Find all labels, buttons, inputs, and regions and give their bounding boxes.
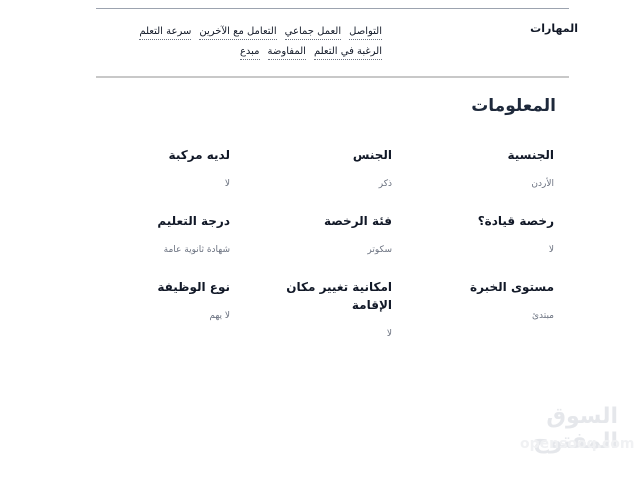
field-value: ذكر [378, 179, 392, 189]
skill-tag[interactable]: المفاوضة [267, 44, 306, 60]
field-value: لا [548, 245, 554, 255]
field-value: مبتدئ [531, 311, 554, 321]
opensooq-watermark: السوق المفتوح opensooq.com [468, 404, 635, 464]
field-label: رخصة قيادة؟ [477, 214, 554, 228]
info-field-job-type: نوع الوظيفة لا يهم [80, 278, 230, 322]
info-field-license-category: فئة الرخصة سكوتر [242, 212, 392, 256]
info-field-relocation: امكانية تغيير مكان الإقامة لا [242, 278, 392, 340]
skills-label: المهارات [530, 22, 578, 35]
field-value: سكوتر [367, 245, 392, 255]
field-label: مستوى الخبرة [470, 280, 554, 294]
skill-tag[interactable]: العمل جماعي [284, 24, 342, 40]
top-divider [96, 8, 569, 9]
skill-tag[interactable]: مبدع [239, 44, 260, 60]
field-label: الجنس [352, 148, 392, 162]
info-field-experience-level: مستوى الخبرة مبتدئ [404, 278, 554, 322]
section-divider [96, 76, 569, 78]
skill-tag[interactable]: التعامل مع الآخرين [199, 24, 277, 40]
skill-tag[interactable]: سرعة التعلم [139, 24, 192, 40]
field-label: فئة الرخصة [323, 214, 392, 228]
field-label: درجة التعليم [157, 214, 230, 228]
info-section-title: المعلومات [471, 96, 556, 116]
info-field-has-vehicle: لديه مركبة لا [80, 146, 230, 190]
field-value: الأردن [531, 179, 554, 189]
info-field-gender: الجنس ذكر [242, 146, 392, 190]
field-label: الجنسية [507, 148, 554, 162]
field-value: شهادة ثانوية عامة [163, 245, 230, 255]
skills-list: التواصل العمل جماعي التعامل مع الآخرين س… [106, 24, 382, 60]
field-value: لا يهم [209, 311, 230, 321]
watermark-english: opensooq.com [520, 436, 635, 452]
info-field-nationality: الجنسية الأردن [404, 146, 554, 190]
info-field-driving-license: رخصة قيادة؟ لا [404, 212, 554, 256]
info-field-education-level: درجة التعليم شهادة ثانوية عامة [80, 212, 230, 256]
skill-tag[interactable]: التواصل [349, 24, 382, 40]
field-label: امكانية تغيير مكان الإقامة [286, 280, 392, 312]
skill-tag[interactable]: الرغبة في التعلم [313, 44, 382, 60]
field-value: لا [386, 329, 392, 339]
field-value: لا [224, 179, 230, 189]
field-label: لديه مركبة [168, 148, 230, 162]
field-label: نوع الوظيفة [157, 280, 230, 294]
